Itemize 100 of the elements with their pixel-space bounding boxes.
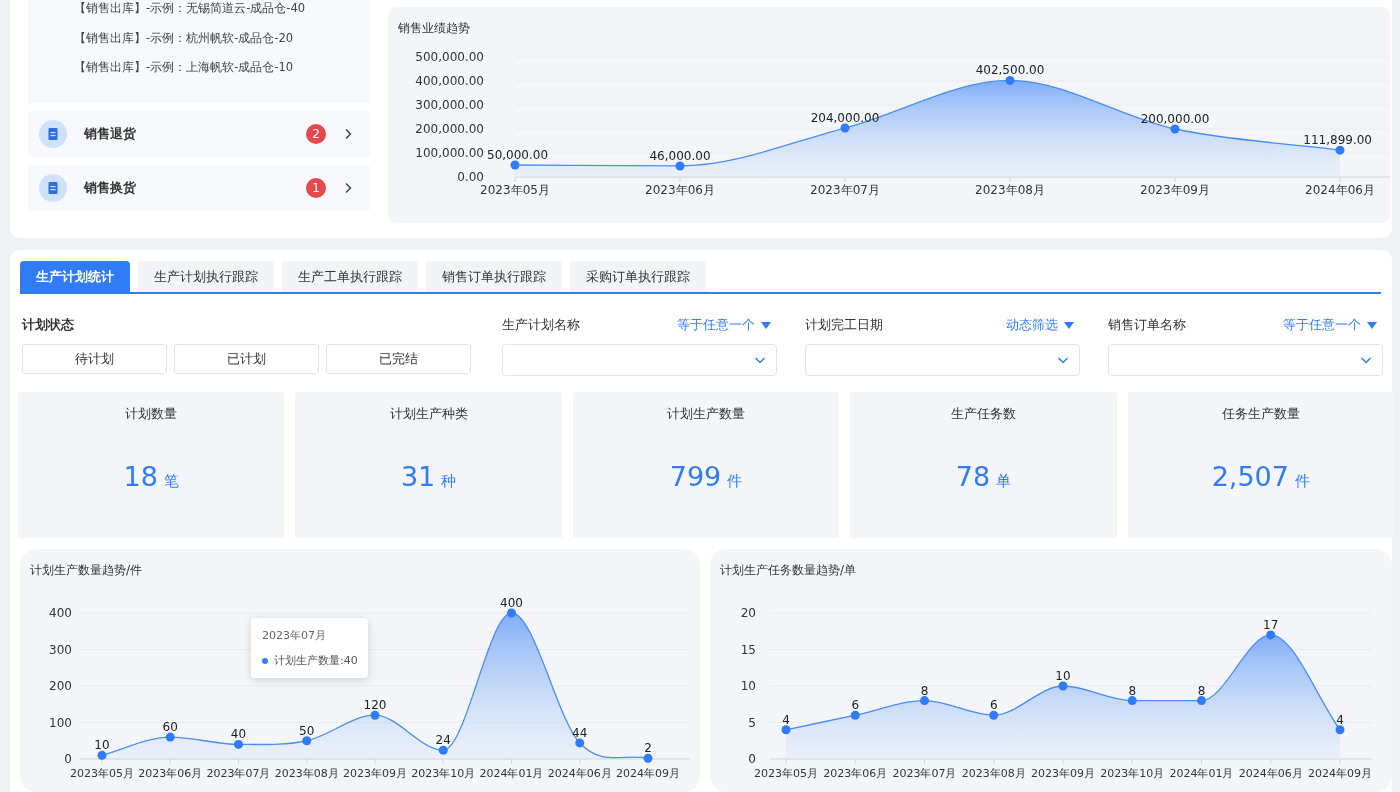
- tab[interactable]: 采购订单执行跟踪: [570, 261, 706, 292]
- list-entry[interactable]: 【销售出库】-示例：无锡简道云-成品仓-40: [74, 0, 370, 30]
- data-point: [1170, 124, 1180, 134]
- task-row[interactable]: 销售退货 2: [28, 111, 370, 157]
- document-icon: [38, 173, 68, 203]
- data-label: 8: [1128, 683, 1137, 698]
- caret-down-icon: [1064, 321, 1074, 329]
- select-field[interactable]: [502, 344, 777, 376]
- axis-tick-label: 5: [748, 715, 756, 730]
- data-point: [840, 123, 850, 133]
- data-label: 60: [162, 720, 178, 735]
- kpi-label: 计划生产数量: [667, 405, 745, 423]
- data-point: [1335, 725, 1345, 735]
- tab[interactable]: 生产工单执行跟踪: [282, 261, 418, 292]
- data-label: 10: [1055, 669, 1071, 683]
- data-label: 6: [989, 698, 998, 713]
- data-label: 402,500.00: [975, 63, 1045, 78]
- data-label: 24: [435, 733, 451, 748]
- data-label: 200,000.00: [1140, 112, 1210, 126]
- data-point: [675, 161, 685, 171]
- kpi-value: 31: [400, 461, 436, 492]
- data-label: 4: [1336, 712, 1344, 727]
- count-badge: 1: [306, 178, 326, 198]
- status-option-button[interactable]: 已完结: [326, 344, 471, 374]
- axis-tick-label: 2024年09月: [616, 767, 680, 780]
- data-point: [165, 732, 175, 742]
- row-label: 销售换货: [84, 179, 137, 197]
- filter-mode-dropdown[interactable]: 等于任意一个: [677, 316, 771, 334]
- axis-tick-label: 200,000.00: [415, 122, 484, 136]
- kpi-label: 计划数量: [125, 405, 178, 423]
- status-option-button[interactable]: 待计划: [22, 344, 167, 374]
- tooltip-title: 2023年07月: [262, 628, 327, 643]
- tab[interactable]: 销售订单执行跟踪: [426, 261, 562, 292]
- data-point: [510, 160, 520, 170]
- data-label: 44: [572, 725, 588, 740]
- axis-tick-label: 300,000.00: [415, 98, 484, 112]
- filter-label: 生产计划名称: [502, 316, 580, 334]
- data-point: [1335, 145, 1345, 155]
- chart-title: 销售业绩趋势: [398, 20, 470, 37]
- data-label: 50: [299, 723, 315, 738]
- data-point: [1058, 681, 1068, 691]
- select-field[interactable]: [1108, 344, 1383, 376]
- list-entry[interactable]: 【销售出库】-示例：上海帆软-成品仓-10: [74, 59, 370, 89]
- task-row[interactable]: 销售换货 1: [28, 165, 370, 211]
- filter-mode-dropdown[interactable]: 动态筛选: [1006, 316, 1074, 334]
- kpi-unit: 种: [441, 472, 457, 491]
- data-point: [302, 736, 312, 746]
- axis-tick-label: 2023年06月: [645, 183, 715, 197]
- axis-tick-label: 500,000.00: [415, 50, 484, 64]
- axis-tick-label: 2023年10月: [1100, 767, 1165, 780]
- data-point: [1197, 696, 1206, 706]
- select-field[interactable]: [805, 344, 1080, 376]
- axis-tick-label: 10: [740, 679, 756, 693]
- data-label: 6: [851, 698, 860, 713]
- axis-tick-label: 400: [49, 606, 72, 620]
- caret-down-icon: [1367, 321, 1377, 329]
- tab[interactable]: 生产计划执行跟踪: [138, 261, 274, 292]
- data-label: 46,000.00: [649, 148, 711, 163]
- axis-tick-label: 2023年06月: [823, 767, 888, 780]
- axis-tick-label: 2023年09月: [343, 767, 407, 780]
- chart-title: 计划生产任务数量趋势/单: [720, 562, 857, 579]
- axis-tick-label: 15: [740, 642, 756, 657]
- tab[interactable]: 生产计划统计: [20, 261, 130, 292]
- data-point: [438, 745, 448, 755]
- data-point: [1127, 696, 1137, 706]
- data-point: [370, 710, 380, 720]
- axis-tick-label: 2023年07月: [206, 767, 271, 780]
- data-point: [781, 725, 791, 735]
- data-label: 111,899.00: [1303, 133, 1372, 148]
- data-label: 204,000.00: [810, 111, 880, 126]
- filter-mode-dropdown[interactable]: 等于任意一个: [1283, 316, 1377, 334]
- axis-tick-label: 2023年08月: [274, 767, 339, 780]
- axis-tick-label: 2023年09月: [1031, 767, 1095, 780]
- axis-tick-label: 0: [64, 752, 72, 766]
- axis-tick-label: 2023年07月: [810, 183, 880, 197]
- document-icon: [38, 119, 68, 149]
- data-label: 17: [1263, 617, 1279, 632]
- data-point: [1266, 630, 1276, 640]
- axis-tick-label: 100: [49, 715, 72, 730]
- tooltip-value: 计划生产数量:40: [274, 653, 358, 668]
- data-point: [1005, 75, 1015, 85]
- series-dot-icon: [262, 657, 268, 664]
- kpi-unit: 件: [1294, 472, 1310, 491]
- axis-tick-label: 2023年07月: [892, 767, 957, 780]
- kpi-unit: 笔: [163, 472, 179, 491]
- axis-tick-label: 300: [49, 642, 72, 657]
- kpi-unit: 件: [727, 472, 743, 491]
- axis-tick-label: 2023年05月: [480, 183, 550, 197]
- axis-tick-label: 2023年06月: [138, 767, 203, 780]
- list-entry[interactable]: 【销售出库】-示例：杭州帆软-成品仓-20: [74, 29, 370, 59]
- data-point: [507, 608, 516, 618]
- axis-tick-label: 2023年10月: [411, 767, 476, 780]
- data-point: [989, 710, 999, 720]
- caret-down-icon: [761, 321, 771, 329]
- axis-tick-label: 0: [748, 752, 756, 766]
- status-option-button[interactable]: 已计划: [174, 344, 319, 374]
- data-point: [920, 696, 929, 706]
- axis-tick-label: 100,000.00: [415, 146, 484, 160]
- data-label: 8: [920, 683, 929, 698]
- axis-tick-label: 2024年01月: [479, 767, 544, 780]
